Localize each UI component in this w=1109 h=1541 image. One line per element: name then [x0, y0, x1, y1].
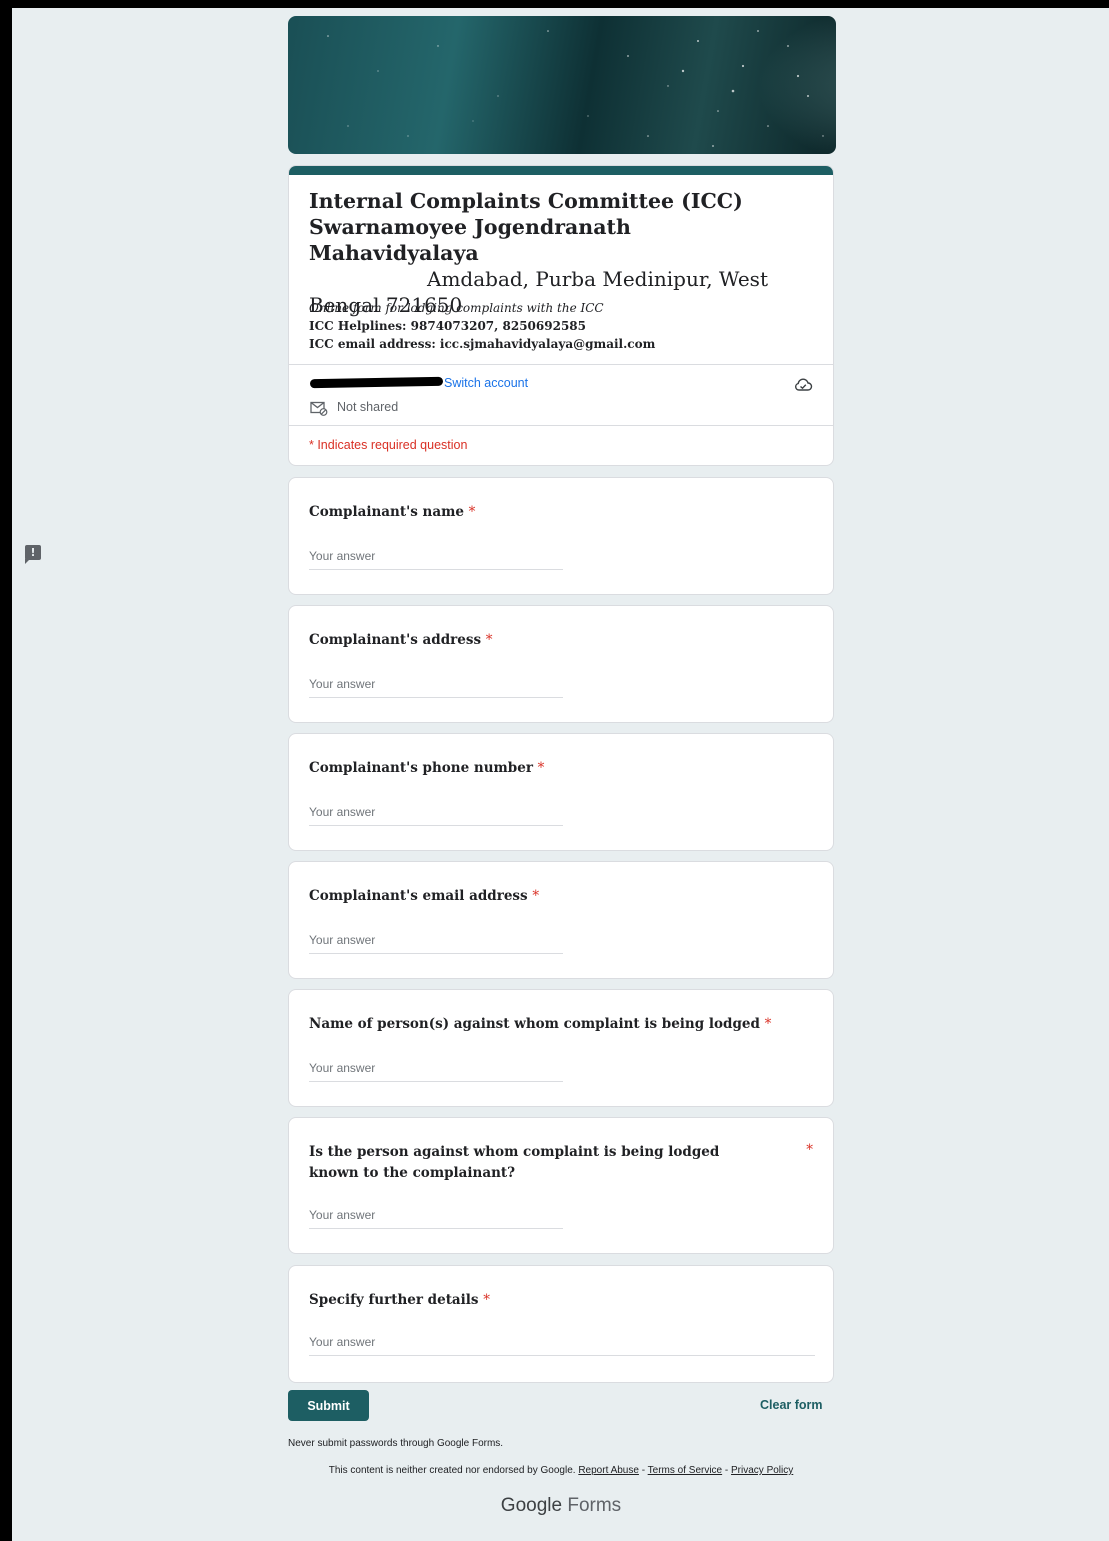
question-text: Name of person(s) against whom complaint… [309, 1016, 760, 1032]
email-text: ICC email address: icc.sjmahavidyalaya@g… [309, 337, 656, 351]
question-card-phone: Complainant's phone number * [288, 733, 834, 851]
question-label: Is the person against whom complaint is … [309, 1142, 764, 1184]
separator: - [722, 1465, 732, 1476]
required-asterisk: * [483, 1292, 490, 1308]
redacted-account-email [309, 376, 444, 389]
question-label: Specify further details * [309, 1290, 779, 1311]
answer-input-known[interactable] [309, 1208, 563, 1229]
submit-button[interactable]: Submit [288, 1390, 369, 1421]
question-text: Complainant's name [309, 504, 464, 520]
description-text: Online form for lodging complaints with … [309, 301, 604, 315]
footer-disclaimer: This content is neither created nor endo… [288, 1465, 834, 1476]
answer-input-email[interactable] [309, 933, 563, 954]
required-asterisk: * [537, 760, 545, 776]
title-line-3: Amdabad, Purba Medinipur, West [427, 267, 768, 291]
question-text: Complainant's address [309, 632, 482, 648]
question-card-name: Complainant's name * [288, 477, 834, 595]
answer-input-phone[interactable] [309, 805, 563, 826]
required-asterisk: * [764, 1016, 772, 1032]
answer-input-name[interactable] [309, 549, 563, 570]
cloud-saved-icon [795, 378, 813, 391]
form-description: Online form for lodging complaints with … [309, 299, 819, 353]
terms-link[interactable]: Terms of Service [648, 1465, 722, 1476]
starfield-decoration [327, 30, 824, 147]
google-forms-logo[interactable]: Google Forms [288, 1495, 834, 1517]
answer-input-respondent-name[interactable] [309, 1061, 563, 1082]
question-label: Name of person(s) against whom complaint… [309, 1014, 779, 1035]
form-header-card: Internal Complaints Committee (ICC) Swar… [288, 165, 834, 466]
question-text: Is the person against whom complaint is … [309, 1144, 720, 1181]
disclaimer-text: This content is neither created nor endo… [328, 1465, 576, 1476]
question-label: Complainant's address * [309, 630, 779, 651]
question-text: Complainant's email address [309, 888, 528, 904]
question-card-respondent-name: Name of person(s) against whom complaint… [288, 989, 834, 1107]
question-text: Specify further details [309, 1292, 479, 1308]
answer-input-address[interactable] [309, 677, 563, 698]
question-card-address: Complainant's address * [288, 605, 834, 723]
separator: - [638, 1465, 648, 1476]
brand-forms: Forms [567, 1495, 622, 1516]
privacy-link[interactable]: Privacy Policy [731, 1465, 793, 1476]
answer-input-details[interactable] [309, 1335, 815, 1356]
clear-form-button[interactable]: Clear form [760, 1398, 823, 1412]
report-issue-icon[interactable]: ! [25, 545, 41, 564]
theme-accent-bar [289, 166, 833, 175]
question-label: Complainant's email address * [309, 886, 779, 907]
header-banner-image [288, 16, 836, 154]
question-card-known: Is the person against whom complaint is … [288, 1117, 834, 1254]
required-asterisk: * [485, 632, 493, 648]
switch-account-link[interactable]: Switch account [444, 376, 528, 390]
helplines-text: ICC Helplines: 9874073207, 8250692585 [309, 319, 587, 333]
question-label: Complainant's name * [309, 502, 779, 523]
question-label: Complainant's phone number * [309, 758, 779, 779]
divider [289, 425, 833, 426]
report-abuse-link[interactable]: Report Abuse [578, 1465, 639, 1476]
required-asterisk: * [532, 888, 540, 904]
mail-not-shared-icon [310, 401, 328, 416]
question-card-email: Complainant's email address * [288, 861, 834, 979]
required-asterisk: * [468, 504, 476, 520]
question-card-details: Specify further details * [288, 1265, 834, 1383]
title-line-2: Swarnamoyee Jogendranath Mahavidyalaya [309, 215, 631, 265]
not-shared-label: Not shared [337, 400, 399, 414]
required-asterisk: * [806, 1142, 813, 1158]
title-line-1: Internal Complaints Committee (ICC) [309, 189, 743, 213]
required-note: * Indicates required question [309, 438, 468, 452]
question-text: Complainant's phone number [309, 760, 533, 776]
brand-google: Google [500, 1495, 563, 1516]
password-warning: Never submit passwords through Google Fo… [288, 1438, 504, 1449]
divider [289, 364, 833, 365]
